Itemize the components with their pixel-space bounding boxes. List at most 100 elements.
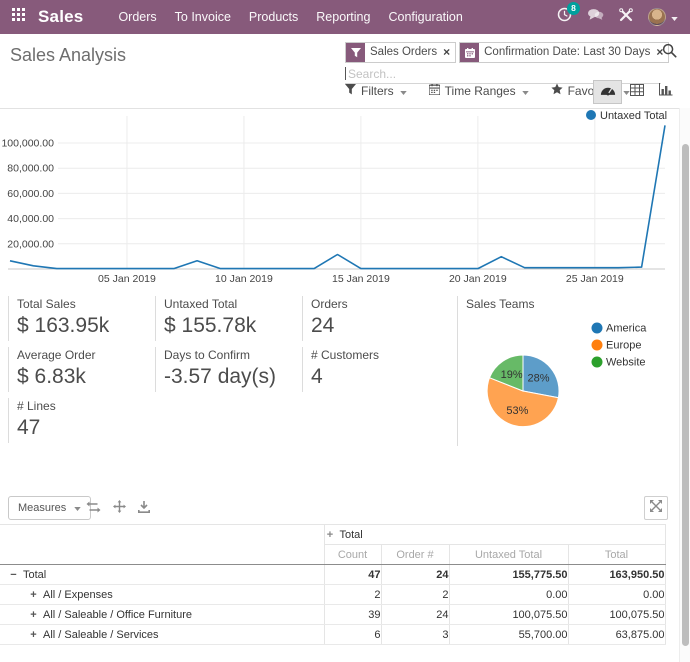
messages-button[interactable] bbox=[587, 8, 604, 26]
pivot-corner-cell bbox=[0, 525, 324, 565]
kpi-card-customers[interactable]: # Customers4 bbox=[302, 347, 457, 392]
pivot-row-header-all-expenses[interactable]: +All / Expenses bbox=[0, 585, 324, 605]
sales-teams-panel: Sales Teams 28%53%19%AmericaEuropeWebsit… bbox=[457, 296, 683, 446]
apps-menu-button[interactable] bbox=[0, 0, 36, 34]
pivot-view-button[interactable] bbox=[622, 80, 651, 104]
vertical-scrollbar[interactable] bbox=[679, 108, 690, 662]
view-switcher bbox=[593, 80, 680, 104]
plus-expander-icon[interactable]: + bbox=[28, 609, 39, 621]
app-title[interactable]: Sales bbox=[38, 7, 83, 27]
menu-item-configuration[interactable]: Configuration bbox=[379, 0, 471, 34]
kpi-card-orders[interactable]: Orders24 bbox=[302, 296, 457, 341]
kpi-value: $ 155.78k bbox=[164, 314, 302, 338]
expand-all-icon[interactable] bbox=[113, 500, 126, 513]
developer-tools-button[interactable] bbox=[619, 8, 633, 27]
table-row: +All / Saleable / Office Furniture392410… bbox=[0, 605, 665, 625]
pivot-row-label: All / Saleable / Services bbox=[43, 629, 159, 641]
svg-text:25 Jan 2019: 25 Jan 2019 bbox=[566, 273, 624, 285]
table-row: + All / Saleable / Services 6355,700.0063,… bbox=[0, 625, 665, 645]
pivot-cell[interactable]: 0.00 bbox=[568, 585, 665, 605]
plus-expander-icon[interactable]: + bbox=[28, 629, 39, 641]
activities-button[interactable]: 8 bbox=[557, 7, 572, 27]
plus-expander-icon[interactable]: + bbox=[325, 529, 336, 541]
pivot-cell[interactable]: 3 bbox=[381, 625, 449, 645]
pivot-column-header-total[interactable]: Total bbox=[568, 545, 665, 565]
pivot-column-group-header[interactable]: + Total bbox=[324, 525, 665, 545]
kpi-label: # Lines bbox=[17, 398, 155, 413]
menu-item-to-invoice[interactable]: To Invoice bbox=[166, 0, 240, 34]
kpi-card-untaxed-total[interactable]: Untaxed Total$ 155.78k bbox=[155, 296, 302, 341]
pivot-cell[interactable]: 2 bbox=[381, 585, 449, 605]
chevron-down-icon bbox=[74, 502, 81, 514]
user-menu-button[interactable] bbox=[648, 8, 678, 26]
pivot-cell[interactable]: 55,700.00 bbox=[449, 625, 568, 645]
download-icon[interactable] bbox=[138, 500, 150, 513]
pivot-row-header-total[interactable]: −Total bbox=[0, 565, 324, 585]
menu-item-reporting[interactable]: Reporting bbox=[307, 0, 379, 34]
control-panel: Sales Analysis Sales Orders×Confirmation… bbox=[0, 34, 690, 109]
pivot-cell[interactable]: 163,950.50 bbox=[568, 565, 665, 585]
svg-text:28%: 28% bbox=[527, 373, 549, 385]
kpi-value: 24 bbox=[311, 314, 457, 338]
dashboard-view-button[interactable] bbox=[593, 80, 622, 104]
plus-expander-icon[interactable]: + bbox=[28, 589, 39, 601]
kpi-card-average-order[interactable]: Average Order$ 6.83k bbox=[8, 347, 155, 392]
pivot-row-header-all-saleable-office-furniture[interactable]: + All / Saleable / Office Furniture bbox=[0, 605, 324, 625]
column-group-label: Total bbox=[340, 529, 363, 541]
graph-view-button[interactable] bbox=[651, 80, 680, 104]
sales-teams-pie-chart[interactable]: 28%53%19%AmericaEuropeWebsite bbox=[458, 310, 684, 446]
breadcrumb[interactable]: Sales Analysis bbox=[10, 45, 126, 66]
search-facet-1[interactable]: Confirmation Date: Last 30 Days× bbox=[459, 42, 669, 63]
scrollbar-thumb[interactable] bbox=[682, 144, 689, 646]
filter-bar: Filters Time Ranges Favorites bbox=[345, 83, 630, 98]
pivot-tools bbox=[86, 500, 150, 513]
pivot-column-header-count[interactable]: Count bbox=[324, 545, 381, 565]
pivot-cell[interactable]: 47 bbox=[324, 565, 381, 585]
pivot-cell[interactable]: 0.00 bbox=[449, 585, 568, 605]
minus-expander-icon[interactable]: − bbox=[8, 569, 19, 581]
kpi-card-lines[interactable]: # Lines47 bbox=[8, 398, 155, 443]
flip-axis-icon[interactable] bbox=[86, 500, 101, 513]
untaxed-total-line-chart: 20,000.0040,000.0060,000.0080,000.00100,… bbox=[0, 108, 690, 286]
time-ranges-button[interactable]: Time Ranges bbox=[429, 84, 529, 98]
pivot-column-header-untaxed-total[interactable]: Untaxed Total bbox=[449, 545, 568, 565]
top-navbar: Sales OrdersTo InvoiceProductsReportingC… bbox=[0, 0, 690, 34]
text-cursor bbox=[345, 67, 346, 80]
pivot-row-label: All / Saleable / Office Furniture bbox=[43, 609, 192, 621]
search-icon[interactable] bbox=[662, 43, 677, 63]
pivot-cell[interactable]: 24 bbox=[381, 605, 449, 625]
menu-item-orders[interactable]: Orders bbox=[109, 0, 165, 34]
kpi-card-days-to-confirm[interactable]: Days to Confirm-3.57 day(s) bbox=[155, 347, 302, 392]
expand-section-button[interactable] bbox=[644, 496, 668, 520]
activity-badge: 8 bbox=[567, 2, 580, 15]
pivot-cell[interactable]: 39 bbox=[324, 605, 381, 625]
arrows-alt-icon bbox=[650, 499, 662, 517]
kpi-value: $ 6.83k bbox=[17, 365, 155, 389]
svg-text:Europe: Europe bbox=[606, 340, 641, 352]
pivot-column-header-order[interactable]: Order # bbox=[381, 545, 449, 565]
facet-label: Confirmation Date: Last 30 Days bbox=[479, 43, 655, 62]
pivot-cell[interactable]: 2 bbox=[324, 585, 381, 605]
facet-remove-icon[interactable]: × bbox=[442, 43, 455, 62]
pivot-cell[interactable]: 6 bbox=[324, 625, 381, 645]
svg-text:19%: 19% bbox=[501, 369, 523, 381]
search-facet-0[interactable]: Sales Orders× bbox=[345, 42, 456, 63]
pivot-cell[interactable]: 100,075.50 bbox=[568, 605, 665, 625]
menu-item-products[interactable]: Products bbox=[240, 0, 307, 34]
pivot-cell[interactable]: 63,875.00 bbox=[568, 625, 665, 645]
kpi-card-total-sales[interactable]: Total Sales$ 163.95k bbox=[8, 296, 155, 341]
dashboard-view-icon bbox=[600, 83, 616, 101]
filters-button[interactable]: Filters bbox=[345, 84, 407, 98]
pivot-cell[interactable]: 100,075.50 bbox=[449, 605, 568, 625]
pivot-cell[interactable]: 155,775.50 bbox=[449, 565, 568, 585]
pivot-row-header-all-saleable-services[interactable]: + All / Saleable / Services bbox=[0, 625, 324, 645]
search-facets: Sales Orders×Confirmation Date: Last 30 … bbox=[345, 42, 669, 63]
kpi-value: $ 163.95k bbox=[17, 314, 155, 338]
chevron-down-icon bbox=[400, 84, 407, 98]
measures-button[interactable]: Measures bbox=[8, 496, 91, 520]
chevron-down-icon bbox=[671, 8, 678, 26]
pivot-cell[interactable]: 24 bbox=[381, 565, 449, 585]
svg-text:Website: Website bbox=[606, 357, 646, 369]
pivot-view-icon bbox=[630, 83, 644, 101]
filter-icon bbox=[346, 43, 365, 62]
